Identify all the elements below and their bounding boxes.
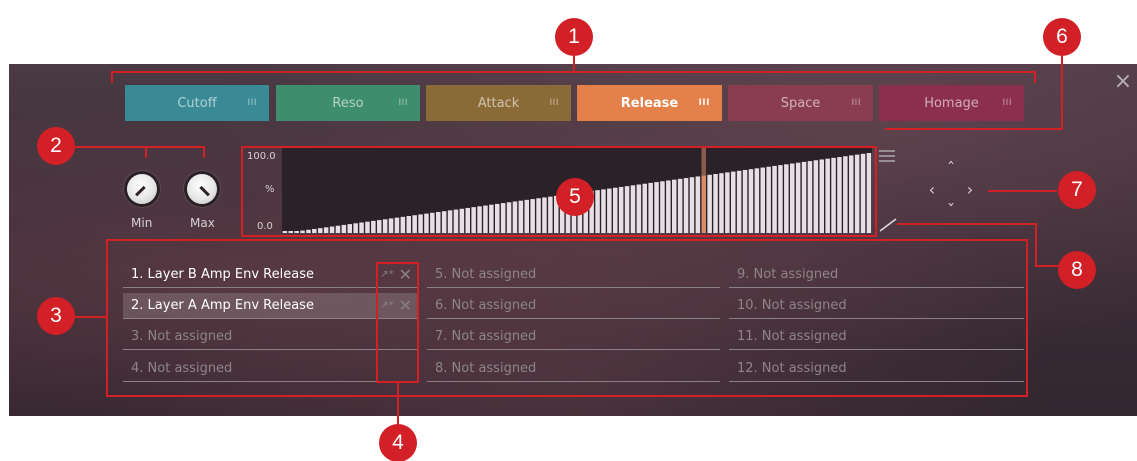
knob-indicator <box>199 185 210 197</box>
callout-1-bracket-right <box>1034 71 1036 83</box>
callout-8: 8 <box>1058 251 1096 289</box>
drag-handle-icon[interactable]: III <box>399 98 408 108</box>
drag-handle-icon[interactable]: III <box>550 98 559 108</box>
nav-right-icon[interactable]: › <box>963 182 977 198</box>
callout-3: 3 <box>37 297 75 335</box>
callout-4-leader <box>397 383 399 429</box>
callout-1-bracket-left <box>111 71 113 83</box>
callout-7: 7 <box>1058 171 1096 209</box>
tab-label: Space <box>780 95 821 111</box>
tab-label: Cutoff <box>177 95 217 111</box>
callout-3-leader <box>75 316 107 318</box>
min-knob-label: Min <box>131 216 153 230</box>
callout-1-leader <box>573 56 575 72</box>
callout-8-line-c <box>1035 265 1060 267</box>
tab-label: Reso <box>332 95 364 111</box>
callout-2: 2 <box>37 127 75 165</box>
callout-2-tick-min <box>145 146 147 158</box>
nav-left-icon[interactable]: ‹ <box>925 182 939 198</box>
drag-handle-icon[interactable]: III <box>1003 98 1012 108</box>
callout-6-line <box>885 128 1063 130</box>
tab-cutoff[interactable]: Cutoff III <box>125 85 269 121</box>
tab-homage[interactable]: Homage III <box>879 85 1024 121</box>
callout-8-line-b <box>1035 223 1037 267</box>
max-knob-label: Max <box>190 216 215 230</box>
close-icon[interactable]: × <box>1113 71 1133 93</box>
callout-6: 6 <box>1043 18 1081 56</box>
graph-menu-icon[interactable] <box>879 150 895 164</box>
tab-attack[interactable]: Attack III <box>426 85 571 121</box>
callout-2-tick-max <box>203 146 205 158</box>
tab-reso[interactable]: Reso III <box>276 85 420 121</box>
ramp-icon[interactable] <box>879 218 897 232</box>
callout-3-box <box>106 239 1028 397</box>
tab-label: Attack <box>477 95 520 111</box>
drag-handle-icon[interactable]: III <box>698 98 710 108</box>
nav-up-icon[interactable]: ˆ <box>944 161 958 177</box>
callout-4: 4 <box>379 424 417 461</box>
tab-label: Homage <box>924 95 979 111</box>
callout-7-leader <box>988 190 1057 192</box>
tab-release[interactable]: Release III <box>577 85 722 121</box>
callout-4-box <box>376 262 419 383</box>
max-knob[interactable] <box>187 174 217 204</box>
callout-6-leader <box>1061 56 1063 130</box>
drag-handle-icon[interactable]: III <box>852 98 861 108</box>
nav-down-icon[interactable]: ˇ <box>944 203 958 219</box>
tab-space[interactable]: Space III <box>728 85 873 121</box>
tab-label: Release <box>620 95 679 111</box>
min-knob[interactable] <box>127 174 157 204</box>
drag-handle-icon[interactable]: III <box>248 98 257 108</box>
callout-2-line <box>75 146 205 148</box>
callout-8-line-a <box>897 223 1037 225</box>
callout-5: 5 <box>556 178 594 216</box>
knob-indicator <box>135 185 146 197</box>
callout-1: 1 <box>555 18 593 56</box>
